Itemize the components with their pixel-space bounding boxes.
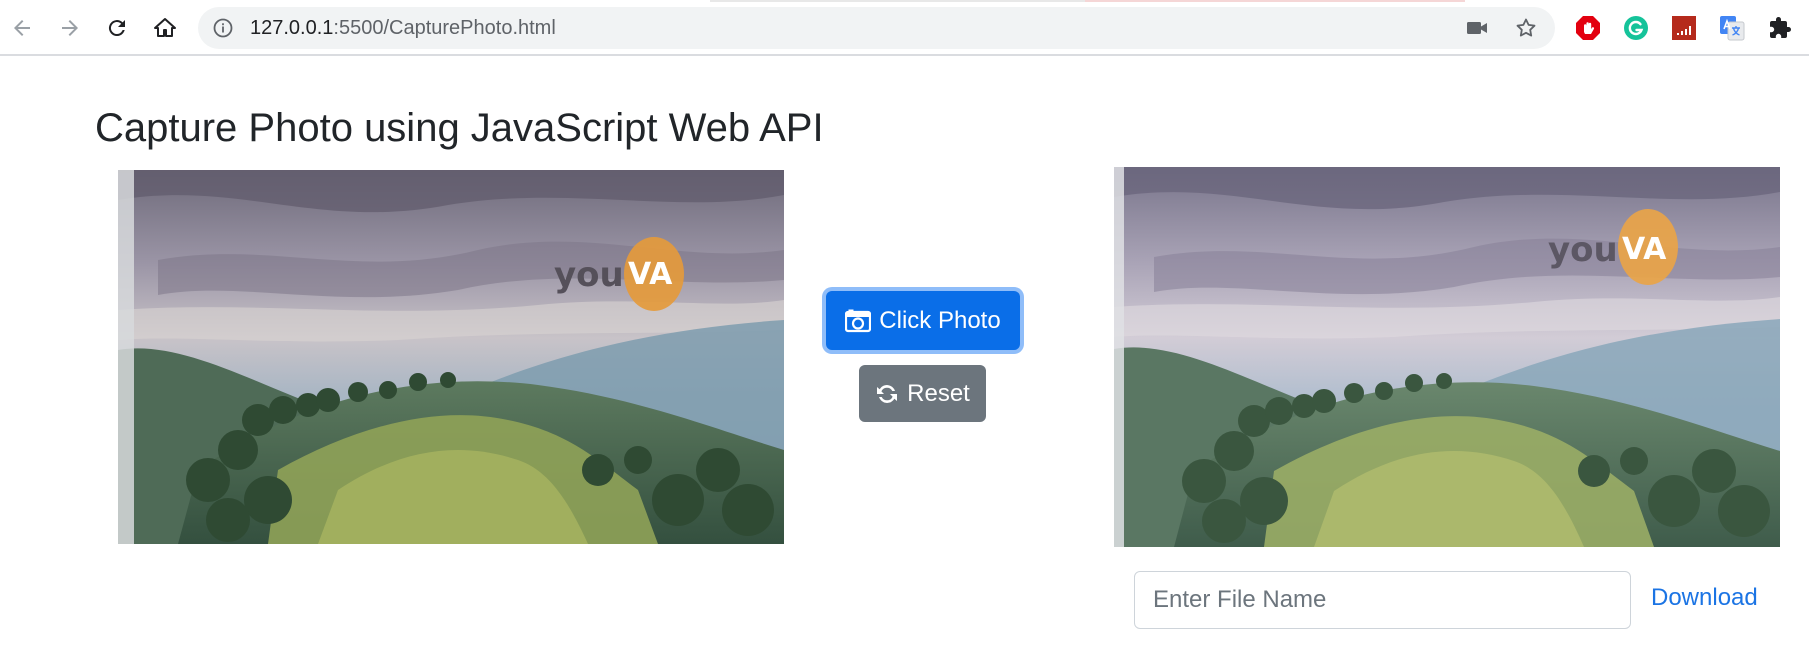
- adblock-extension-icon[interactable]: [1574, 14, 1602, 42]
- arrow-right-icon: [58, 16, 82, 40]
- svg-text:you: you: [554, 255, 624, 295]
- home-button[interactable]: [149, 12, 181, 44]
- url-path: :5500/CapturePhoto.html: [333, 17, 556, 39]
- arrow-left-icon: [10, 16, 34, 40]
- landscape-image: you VA: [118, 170, 784, 544]
- reset-button[interactable]: Reset: [859, 365, 986, 422]
- file-name-input[interactable]: [1134, 571, 1631, 629]
- reset-label: Reset: [907, 379, 970, 407]
- download-link[interactable]: Download: [1651, 584, 1758, 612]
- camera-icon: [845, 309, 872, 333]
- tab-strip-edge: [710, 0, 1085, 2]
- reload-icon: [105, 16, 129, 40]
- svg-text:VA: VA: [628, 257, 673, 292]
- speedtest-extension-icon[interactable]: [1670, 14, 1698, 42]
- translate-extension-icon[interactable]: [1718, 14, 1746, 42]
- sync-icon: [875, 382, 899, 406]
- captured-landscape-image: you VA: [1114, 167, 1780, 547]
- camera-icon[interactable]: [1466, 18, 1488, 38]
- puzzle-icon[interactable]: [1766, 14, 1794, 42]
- camera-preview: you VA: [118, 170, 784, 544]
- browser-toolbar: 127.0.0.1:5500/CapturePhoto.html: [0, 0, 1809, 56]
- captured-photo: you VA: [1114, 167, 1780, 547]
- click-photo-button[interactable]: Click Photo: [826, 291, 1020, 350]
- grammarly-extension-icon[interactable]: [1622, 14, 1650, 42]
- info-icon[interactable]: [212, 17, 234, 39]
- address-bar[interactable]: 127.0.0.1:5500/CapturePhoto.html: [198, 7, 1555, 49]
- forward-button[interactable]: [54, 12, 86, 44]
- back-button[interactable]: [6, 12, 38, 44]
- home-icon: [153, 16, 177, 40]
- url-text[interactable]: 127.0.0.1:5500/CapturePhoto.html: [250, 7, 556, 49]
- tab-strip-edge-accent: [1085, 0, 1465, 2]
- url-host: 127.0.0.1: [250, 17, 334, 39]
- svg-text:VA: VA: [1622, 232, 1667, 267]
- page-title: Capture Photo using JavaScript Web API: [95, 106, 824, 150]
- reload-button[interactable]: [101, 12, 133, 44]
- svg-text:you: you: [1548, 230, 1618, 270]
- star-icon[interactable]: [1514, 16, 1538, 40]
- click-photo-label: Click Photo: [879, 306, 1001, 334]
